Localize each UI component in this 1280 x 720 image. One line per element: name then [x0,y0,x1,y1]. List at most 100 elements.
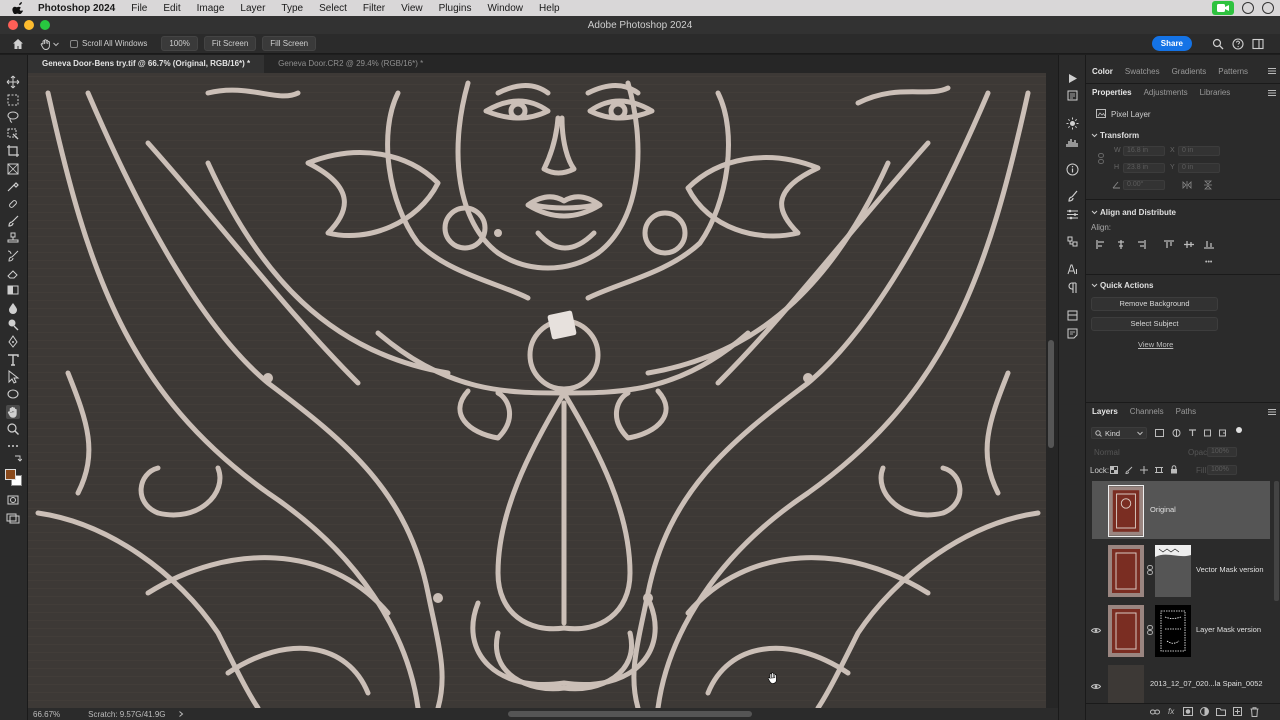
vector-mask-thumbnail[interactable] [1155,545,1191,597]
transform-chevron-icon[interactable] [1091,132,1098,139]
path-selection-tool-icon[interactable] [6,370,20,384]
filter-toggle-icon[interactable] [1236,427,1242,433]
layer-row-vector-mask[interactable]: Vector Mask version [1092,541,1270,599]
layer-row-layer-mask[interactable]: Layer Mask version [1091,601,1270,659]
menu-app-name[interactable]: Photoshop 2024 [38,3,115,14]
tab-properties[interactable]: Properties [1086,88,1138,97]
menu-layer[interactable]: Layer [240,3,265,14]
brush-tool-icon[interactable] [6,214,20,228]
quick-actions-title[interactable]: Quick Actions [1100,281,1154,290]
scroll-all-checkbox[interactable] [70,39,78,48]
height-field[interactable]: 23.8 in [1123,163,1165,173]
lasso-tool-icon[interactable] [6,110,20,124]
tab-libraries[interactable]: Libraries [1194,88,1237,97]
tab-swatches[interactable]: Swatches [1119,67,1166,76]
filter-type-icon[interactable] [1188,429,1197,437]
filter-smart-object-icon[interactable] [1218,429,1227,437]
status-menu-arrow-icon[interactable] [178,711,184,717]
align-center-horizontal-icon[interactable] [1116,240,1126,249]
workspace-icon[interactable] [1252,38,1264,50]
pen-tool-icon[interactable] [6,335,20,349]
filter-adjustment-icon[interactable] [1172,429,1181,437]
menu-window[interactable]: Window [487,3,523,14]
marquee-tool-icon[interactable] [6,93,20,107]
tab-channels[interactable]: Channels [1124,407,1170,416]
layer-comps-icon[interactable] [1066,309,1079,322]
zoom-level-readout[interactable]: 66.67% [33,710,60,719]
menu-file[interactable]: File [131,3,147,14]
clone-source-icon[interactable] [1066,235,1079,248]
horizontal-scroll-thumb[interactable] [508,711,752,717]
tool-preset-chevron-icon[interactable] [52,40,60,48]
paragraph-icon[interactable] [1066,281,1079,294]
tab-layers[interactable]: Layers [1086,407,1124,416]
clock-icon[interactable] [1262,2,1274,14]
remove-background-button[interactable]: Remove Background [1091,297,1218,311]
share-button[interactable]: Share [1151,36,1192,51]
new-layer-icon[interactable] [1233,707,1242,716]
layer-row-original[interactable]: Original [1092,481,1270,539]
blend-mode-select[interactable]: Normal [1094,448,1120,457]
history-icon[interactable] [1066,89,1079,102]
eraser-tool-icon[interactable] [6,266,20,280]
swap-colors-icon[interactable] [14,454,22,462]
mask-link-icon[interactable] [1147,565,1153,575]
menu-type[interactable]: Type [281,3,303,14]
align-chevron-icon[interactable] [1091,209,1098,216]
more-tools-icon[interactable] [6,439,20,453]
histogram-icon[interactable] [1066,135,1079,148]
tab-gradients[interactable]: Gradients [1166,67,1213,76]
flip-vertical-icon[interactable] [1204,180,1212,190]
lock-transparent-icon[interactable] [1110,466,1118,474]
vertical-scroll-thumb[interactable] [1048,340,1054,448]
layers-scroll-thumb[interactable] [1274,481,1279,601]
align-middle-vertical-icon[interactable] [1184,240,1194,249]
add-mask-icon[interactable] [1183,707,1193,716]
link-dimensions-icon[interactable] [1097,153,1105,164]
filter-pixel-icon[interactable] [1155,429,1164,437]
fx-icon[interactable]: fx [1168,707,1174,716]
tab-geneva-door-bens-try[interactable]: Geneva Door-Bens try.tif @ 66.7% (Origin… [28,55,265,73]
control-center-icon[interactable] [1242,2,1254,14]
tab-color[interactable]: Color [1086,67,1119,76]
layers-menu-icon[interactable] [1268,408,1276,416]
flip-horizontal-icon[interactable] [1182,181,1192,189]
type-tool-icon[interactable] [6,353,20,367]
history-brush-tool-icon[interactable] [6,249,20,263]
visibility-eye-icon[interactable] [1091,627,1101,634]
info-icon[interactable] [1066,163,1079,176]
tab-paths[interactable]: Paths [1170,407,1202,416]
zoom-window-icon[interactable] [40,20,50,30]
ellipse-tool-icon[interactable] [6,387,20,401]
facetime-icon[interactable] [1212,1,1234,15]
align-section-title[interactable]: Align and Distribute [1100,208,1176,217]
notes-icon[interactable] [1066,327,1079,340]
align-top-icon[interactable] [1164,240,1174,249]
close-window-icon[interactable] [8,20,18,30]
new-group-icon[interactable] [1216,707,1226,716]
crop-tool-icon[interactable] [6,144,20,158]
brushes-icon[interactable] [1066,190,1079,203]
minimize-window-icon[interactable] [24,20,34,30]
apple-logo-icon[interactable] [12,2,26,14]
move-tool-icon[interactable] [6,75,20,89]
opacity-field[interactable]: 100% [1207,447,1237,457]
visibility-eye-icon[interactable] [1091,683,1101,690]
menu-edit[interactable]: Edit [163,3,180,14]
quick-mask-icon[interactable] [6,493,20,507]
fit-screen-button[interactable]: Fit Screen [203,36,257,51]
document-canvas[interactable] [28,73,1046,708]
menu-filter[interactable]: Filter [363,3,385,14]
angle-field[interactable]: 0.00° [1123,180,1165,190]
screen-mode-icon[interactable] [6,511,20,525]
zoom-tool-icon[interactable] [6,422,20,436]
adjustments-sun-icon[interactable] [1066,117,1079,130]
align-bottom-icon[interactable] [1204,240,1214,249]
healing-brush-tool-icon[interactable] [6,197,20,211]
lock-artboard-icon[interactable] [1155,466,1163,474]
x-field[interactable]: 0 in [1178,146,1220,156]
lock-pixels-icon[interactable] [1125,466,1133,474]
link-layers-icon[interactable] [1150,708,1160,716]
gradient-tool-icon[interactable] [6,283,20,297]
new-adjustment-layer-icon[interactable] [1200,707,1209,716]
